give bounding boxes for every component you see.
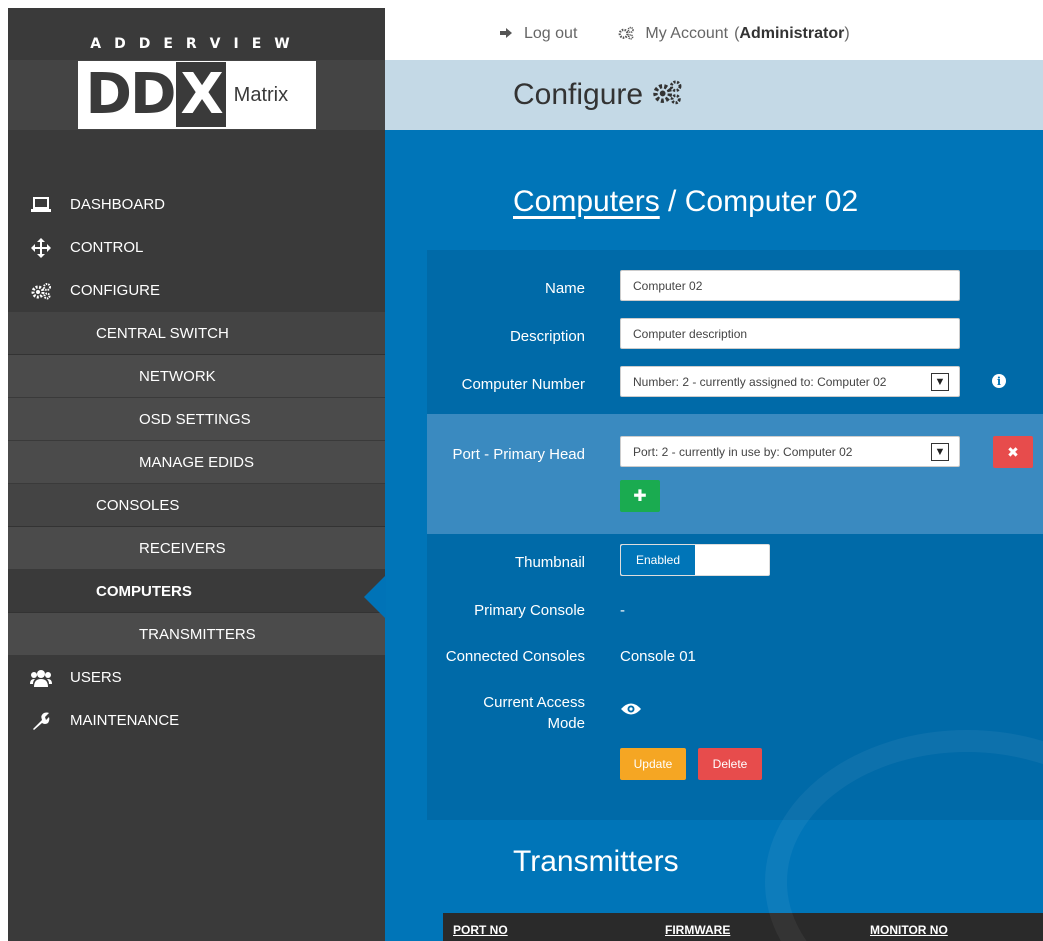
eye-icon bbox=[620, 702, 642, 721]
account-role: (Administrator) bbox=[734, 25, 850, 42]
my-account-label: My Account bbox=[645, 25, 729, 42]
close-icon: ✖ bbox=[1007, 443, 1019, 460]
sidebar-item-label: COMPUTERS bbox=[96, 582, 192, 600]
sidebar-item-label: DASHBOARD bbox=[70, 196, 166, 213]
connected-consoles-label: Connected Consoles bbox=[445, 648, 585, 665]
sidebar-item-label: RECEIVERS bbox=[139, 539, 226, 557]
sidebar-item-central-switch[interactable]: CENTRAL SWITCH bbox=[8, 312, 385, 355]
sidebar-item-label: CONFIGURE bbox=[70, 282, 160, 299]
sidebar-item-dashboard[interactable]: DASHBOARD bbox=[8, 183, 385, 226]
sidebar-item-osd-settings[interactable]: OSD SETTINGS bbox=[8, 398, 385, 441]
description-field[interactable]: Computer description bbox=[620, 318, 960, 349]
delete-button[interactable]: Delete bbox=[698, 748, 762, 780]
sidebar-item-consoles[interactable]: CONSOLES bbox=[8, 484, 385, 527]
logout-label: Log out bbox=[524, 25, 578, 42]
sidebar-item-users[interactable]: USERS bbox=[8, 656, 385, 699]
access-mode-label: Current Access Mode bbox=[483, 694, 585, 732]
name-field[interactable]: Computer 02 bbox=[620, 270, 960, 301]
breadcrumb: Computers / Computer 02 bbox=[513, 185, 858, 219]
sidebar-item-control[interactable]: CONTROL bbox=[8, 226, 385, 269]
computer-form-panel: Name Computer 02 Description Computer de… bbox=[427, 250, 1043, 820]
sidebar-item-label: CONSOLES bbox=[96, 496, 180, 514]
page-title: Configure bbox=[513, 78, 644, 111]
sidebar-item-label: TRANSMITTERS bbox=[139, 625, 256, 643]
gears-icon bbox=[617, 26, 635, 43]
sidebar-item-label: CENTRAL SWITCH bbox=[96, 324, 229, 342]
column-header-monitor-no[interactable]: MONITOR NO bbox=[870, 923, 948, 937]
sidebar-item-label: MAINTENANCE bbox=[70, 712, 180, 729]
active-nav-indicator bbox=[364, 575, 386, 619]
chevron-down-icon: ▼ bbox=[931, 373, 949, 391]
column-header-port-no[interactable]: PORT NO bbox=[453, 923, 508, 937]
brand-maker: ADDERVIEW bbox=[90, 36, 303, 52]
sidebar-item-label: NETWORK bbox=[139, 367, 216, 385]
chevron-down-icon: ▼ bbox=[931, 443, 949, 461]
port-primary-head-row bbox=[427, 414, 1043, 534]
sidebar-item-label: CONTROL bbox=[70, 239, 144, 256]
logo-ddx: DD X bbox=[86, 62, 226, 127]
sidebar-item-label: OSD SETTINGS bbox=[139, 410, 251, 428]
users-icon bbox=[26, 669, 56, 687]
transmitters-table-header: PORT NO FIRMWARE MONITOR NO bbox=[443, 913, 1043, 941]
plus-icon: ✚ bbox=[633, 488, 647, 505]
computer-number-select[interactable]: Number: 2 - currently assigned to: Compu… bbox=[620, 366, 960, 397]
sidebar-item-maintenance[interactable]: MAINTENANCE bbox=[8, 699, 385, 742]
update-button[interactable]: Update bbox=[620, 748, 686, 780]
sidebar-item-computers[interactable]: COMPUTERS bbox=[8, 570, 385, 613]
remove-port-button[interactable]: ✖ bbox=[993, 436, 1033, 468]
main-content: Computers / Computer 02 Name Computer 02… bbox=[385, 130, 1043, 941]
column-header-firmware[interactable]: FIRMWARE bbox=[665, 923, 730, 937]
add-port-button[interactable]: ✚ bbox=[620, 480, 660, 512]
breadcrumb-computers-link[interactable]: Computers bbox=[513, 185, 660, 218]
port-value: Port: 2 - currently in use by: Computer … bbox=[633, 444, 853, 459]
logo-matrix: Matrix bbox=[233, 83, 289, 106]
breadcrumb-current: Computer 02 bbox=[684, 185, 859, 218]
port-select[interactable]: Port: 2 - currently in use by: Computer … bbox=[620, 436, 960, 467]
computer-number-label: Computer Number bbox=[461, 376, 585, 393]
description-label: Description bbox=[509, 328, 585, 345]
page-header: Configure bbox=[385, 60, 1043, 130]
sidebar-item-label: USERS bbox=[70, 669, 122, 686]
app-root: ADDERVIEW DDX Matrix DASHBOARD CONTROL bbox=[0, 0, 1043, 941]
sidebar-item-label: MANAGE EDIDS bbox=[139, 453, 255, 471]
wrench-icon bbox=[26, 711, 56, 731]
gears-icon bbox=[651, 79, 683, 112]
sidebar: ADDERVIEW DDX Matrix DASHBOARD CONTROL bbox=[8, 8, 385, 941]
primary-console-label: Primary Console bbox=[474, 602, 585, 619]
sidebar-item-network[interactable]: NETWORK bbox=[8, 355, 385, 398]
thumbnail-toggle[interactable]: Enabled bbox=[620, 544, 770, 576]
connected-consoles-value: Console 01 bbox=[620, 648, 696, 665]
info-icon[interactable]: i bbox=[992, 374, 1006, 388]
sidebar-item-configure[interactable]: CONFIGURE bbox=[8, 269, 385, 312]
name-label: Name bbox=[544, 280, 585, 297]
sidebar-item-manage-edids[interactable]: MANAGE EDIDS bbox=[8, 441, 385, 484]
logo-band: DD X Matrix bbox=[8, 60, 385, 130]
thumbnail-label: Thumbnail bbox=[514, 554, 585, 571]
breadcrumb-separator: / bbox=[659, 185, 685, 218]
move-arrows-icon bbox=[26, 237, 56, 258]
primary-console-value: - bbox=[620, 602, 625, 619]
my-account-link[interactable]: My Account (Administrator) bbox=[617, 25, 850, 43]
sidebar-nav: DASHBOARD CONTROL CONFIGURE CENTRAL SWIT… bbox=[8, 183, 385, 742]
ddx-matrix-logo[interactable]: DD X Matrix bbox=[77, 61, 316, 129]
topbar: Log out My Account (Administrator) bbox=[385, 8, 1043, 60]
sidebar-item-receivers[interactable]: RECEIVERS bbox=[8, 527, 385, 570]
laptop-icon bbox=[26, 196, 56, 213]
port-primary-head-label: Port - Primary Head bbox=[452, 446, 585, 463]
sign-out-icon bbox=[500, 26, 514, 42]
logout-link[interactable]: Log out bbox=[500, 25, 577, 43]
transmitters-title: Transmitters bbox=[513, 845, 679, 878]
thumbnail-toggle-on: Enabled bbox=[621, 545, 695, 575]
gears-icon bbox=[26, 282, 56, 300]
sidebar-item-transmitters[interactable]: TRANSMITTERS bbox=[8, 613, 385, 656]
computer-number-value: Number: 2 - currently assigned to: Compu… bbox=[633, 374, 887, 389]
